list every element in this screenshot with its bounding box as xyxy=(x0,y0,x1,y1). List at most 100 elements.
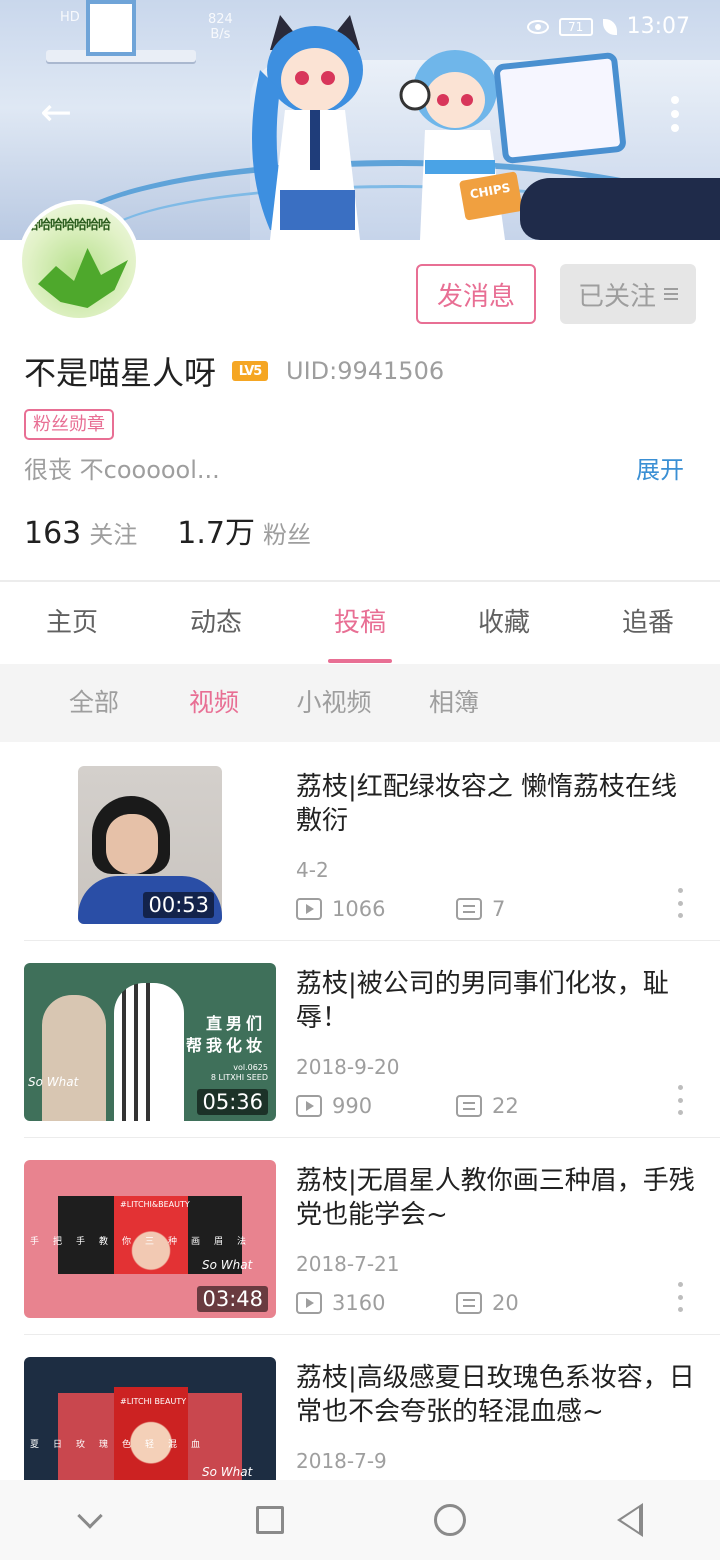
network-type: HD xyxy=(60,10,80,25)
view-count: 1066 xyxy=(332,897,386,921)
video-thumbnail[interactable]: 手把手教你三种画眉法 #LITCHI&BEAUTY So What 03:48 xyxy=(24,1160,276,1318)
profile-stats: 163 关注 1.7万 粉丝 xyxy=(24,508,351,552)
status-left: HD xyxy=(60,10,80,25)
video-list-item[interactable]: 夏日玫瑰色轻混血 #LITCHI BEAUTY So What 荔枝|高级感夏日… xyxy=(0,1335,720,1480)
thumb-caption-line1: 直男们 xyxy=(205,1014,266,1033)
video-duration: 03:48 xyxy=(197,1286,268,1312)
thumb-small-caption: #LITCHI BEAUTY xyxy=(120,1397,187,1406)
nav-recents-button[interactable] xyxy=(180,1480,360,1560)
power-saving-leaf-icon xyxy=(602,18,617,35)
tab-home[interactable]: 主页 xyxy=(0,583,144,663)
video-meta: 1066 7 xyxy=(296,897,505,921)
thumb-caption: 直男们 帮我化妆 xyxy=(186,1013,266,1057)
video-date: 2018-9-20 xyxy=(296,1055,400,1079)
subtab-all[interactable]: 全部 xyxy=(34,664,154,742)
view-count: 3160 xyxy=(332,1291,386,1315)
video-title[interactable]: 荔枝|高级感夏日玫瑰色系妆容，日常也不会夸张的轻混血感~ xyxy=(296,1361,696,1429)
comment-icon xyxy=(456,1292,482,1314)
system-navigation-bar xyxy=(0,1480,720,1560)
thumb-figure-right xyxy=(114,983,184,1121)
back-arrow-icon[interactable]: ← xyxy=(36,92,76,132)
comment-count: 7 xyxy=(492,897,506,921)
video-date: 2018-7-21 xyxy=(296,1252,400,1276)
thumb-small-caption-line2: 8 LITXHI SEED xyxy=(210,1073,268,1082)
comment-count: 22 xyxy=(492,1094,519,1118)
thumb-caption: 手把手教你三种画眉法 xyxy=(30,1237,261,1247)
uid: UID:9941506 xyxy=(286,357,445,385)
thumb-signature: So What xyxy=(202,1258,253,1272)
avatar-leaf-graphic xyxy=(38,248,128,308)
video-thumbnail[interactable]: 直男们 帮我化妆 vol.0625 8 LITXHI SEED So What … xyxy=(24,963,276,1121)
video-thumbnail[interactable]: 夏日玫瑰色轻混血 #LITCHI BEAUTY So What xyxy=(24,1357,276,1480)
play-count-icon xyxy=(296,898,322,920)
avatar[interactable]: 哈哈哈哈哈哈哈 xyxy=(18,200,140,322)
video-more-icon[interactable] xyxy=(674,888,686,918)
video-date: 4-2 xyxy=(296,858,329,882)
battery-icon: 71 xyxy=(558,17,593,36)
comment-icon xyxy=(456,898,482,920)
thumb-caption-line2: 帮我化妆 xyxy=(185,1036,266,1055)
eye-comfort-icon xyxy=(526,19,549,34)
send-message-button[interactable]: 发消息 xyxy=(416,264,536,324)
more-options-icon[interactable] xyxy=(660,92,690,136)
video-list-item[interactable]: 00:53 荔枝|红配绿妆容之 懒惰荔枝在线敷衍 4-2 1066 7 xyxy=(0,744,720,941)
submission-subtabs: 全部 视频 小视频 相簿 xyxy=(0,664,720,742)
tab-bangumi[interactable]: 追番 xyxy=(576,583,720,663)
avatar-image: 哈哈哈哈哈哈哈 xyxy=(22,204,136,318)
level-badge: LV5 xyxy=(232,361,269,381)
followed-button[interactable]: 已关注 xyxy=(560,264,696,324)
divider xyxy=(0,580,720,582)
following-label[interactable]: 关注 xyxy=(89,515,137,550)
subtab-videos[interactable]: 视频 xyxy=(154,664,274,742)
avatar-text: 哈哈哈哈哈哈哈 xyxy=(26,218,111,233)
banner-character-legs xyxy=(520,178,720,240)
comment-count: 20 xyxy=(492,1291,519,1315)
circle-icon xyxy=(434,1504,466,1536)
status-right: 71 13:07 xyxy=(526,14,690,39)
thumb-small-caption-line1: vol.0625 xyxy=(233,1063,268,1072)
video-more-icon[interactable] xyxy=(674,1085,686,1115)
following-count[interactable]: 163 xyxy=(24,516,81,551)
video-meta: 3160 20 xyxy=(296,1291,519,1315)
thumb-signature: So What xyxy=(28,1075,79,1089)
square-icon xyxy=(256,1506,284,1534)
video-list-item[interactable]: 手把手教你三种画眉法 #LITCHI&BEAUTY So What 03:48 … xyxy=(0,1138,720,1335)
nav-hide-button[interactable] xyxy=(0,1480,180,1560)
tab-submissions[interactable]: 投稿 xyxy=(288,583,432,663)
comment-icon xyxy=(456,1095,482,1117)
tab-dynamics[interactable]: 动态 xyxy=(144,583,288,663)
triangle-back-icon xyxy=(617,1503,643,1537)
thumb-caption: 夏日玫瑰色轻混血 xyxy=(30,1440,215,1450)
video-title[interactable]: 荔枝|红配绿妆容之 懒惰荔枝在线敷衍 xyxy=(296,770,696,838)
nav-home-button[interactable] xyxy=(360,1480,540,1560)
thumb-signature: So What xyxy=(202,1465,253,1479)
video-meta: 990 22 xyxy=(296,1094,519,1118)
subtab-albums[interactable]: 相簿 xyxy=(394,664,514,742)
video-title[interactable]: 荔枝|无眉星人教你画三种眉，手残党也能学会~ xyxy=(296,1164,696,1232)
network-speed-unit: B/s xyxy=(210,27,231,42)
followers-count[interactable]: 1.7万 xyxy=(177,508,255,552)
nav-back-button[interactable] xyxy=(540,1480,720,1560)
video-date: 2018-7-9 xyxy=(296,1449,387,1473)
expand-bio-link[interactable]: 展开 xyxy=(636,454,684,486)
username: 不是喵星人呀 xyxy=(24,354,217,392)
network-speed: 824 xyxy=(208,12,233,27)
profile-tabs: 主页 动态 投稿 收藏 追番 xyxy=(0,583,720,663)
tab-favorites[interactable]: 收藏 xyxy=(432,583,576,663)
video-more-icon[interactable] xyxy=(674,1282,686,1312)
video-thumbnail[interactable]: 00:53 xyxy=(78,766,222,924)
thumb-figure-left xyxy=(42,995,106,1121)
video-title[interactable]: 荔枝|被公司的男同事们化妆，耻辱！ xyxy=(296,967,696,1035)
name-row: 不是喵星人呀 LV5 UID:9941506 xyxy=(24,348,444,394)
subtab-short-videos[interactable]: 小视频 xyxy=(274,664,394,742)
followers-label[interactable]: 粉丝 xyxy=(263,515,311,550)
menu-lines-icon xyxy=(664,288,678,300)
status-bar: HD 824 B/s 71 13:07 xyxy=(0,0,720,56)
video-duration: 05:36 xyxy=(197,1089,268,1115)
fan-medal-badge[interactable]: 粉丝勋章 xyxy=(24,409,114,440)
thumb-figure-face xyxy=(106,814,158,874)
play-count-icon xyxy=(296,1292,322,1314)
video-list-item[interactable]: 直男们 帮我化妆 vol.0625 8 LITXHI SEED So What … xyxy=(0,941,720,1138)
network-speed-block: 824 B/s xyxy=(208,12,233,42)
banner-tv-screen xyxy=(493,51,627,165)
